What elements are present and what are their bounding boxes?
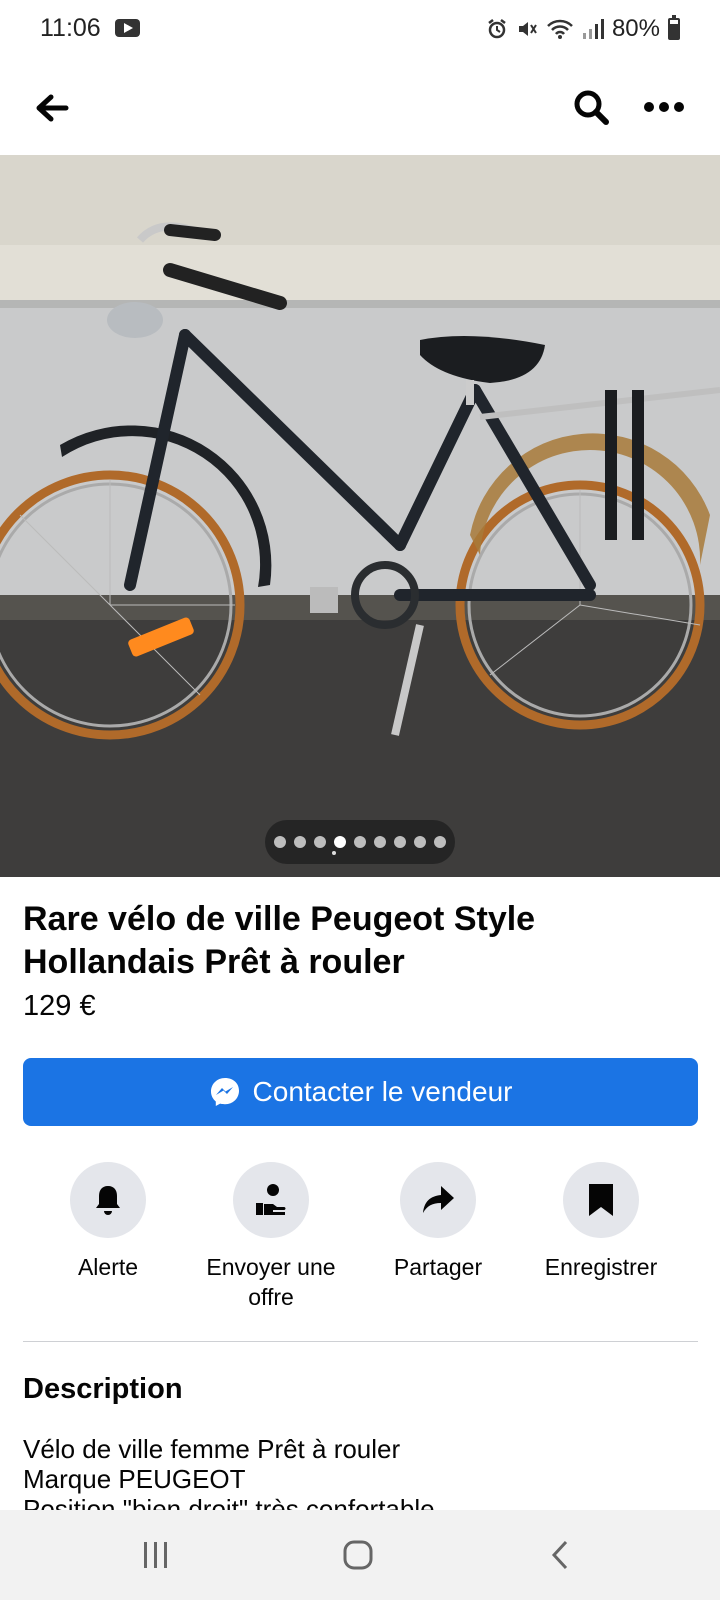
recent-apps-icon (144, 1542, 167, 1568)
listing-price: 129 € (23, 990, 96, 1022)
save-button[interactable] (563, 1162, 639, 1238)
back-nav-button[interactable] (530, 1532, 590, 1578)
alert-button[interactable] (70, 1162, 146, 1238)
battery-percent: 80% (611, 15, 660, 42)
messenger-icon (209, 1076, 241, 1108)
share-action[interactable]: Partager (353, 1162, 523, 1282)
battery-icon (668, 15, 680, 40)
home-icon (343, 1540, 373, 1570)
search-button[interactable] (568, 84, 614, 130)
bell-icon (96, 1186, 120, 1215)
photo-dot[interactable] (374, 836, 386, 848)
status-time: 11:06 (40, 14, 101, 42)
top-app-bar (0, 58, 720, 155)
description-text: Vélo de ville femme Prêt à rouler Marque… (23, 1434, 435, 1510)
photo-dot[interactable] (274, 836, 286, 848)
home-button[interactable] (328, 1532, 388, 1578)
back-arrow-icon (36, 94, 69, 122)
alert-label: Alerte (77, 1254, 139, 1280)
contact-seller-label: Contacter le vendeur (252, 1076, 513, 1107)
alarm-icon (488, 19, 506, 39)
send-offer-label: Envoyer une offre (206, 1254, 336, 1310)
search-icon (574, 90, 609, 125)
photo-dot[interactable] (394, 836, 406, 848)
photo-pagination-dots[interactable] (265, 820, 455, 864)
alert-action[interactable]: Alerte (23, 1162, 193, 1282)
share-arrow-icon (423, 1186, 454, 1213)
save-label: Enregistrer (544, 1254, 658, 1280)
status-bar: 11:06 80% (0, 0, 720, 58)
back-button[interactable] (30, 86, 74, 130)
share-label: Partager (393, 1254, 483, 1280)
photo-dot[interactable] (434, 836, 446, 848)
wifi-icon (547, 19, 573, 39)
photo-dot[interactable] (334, 836, 346, 848)
description-heading: Description (23, 1373, 183, 1405)
system-navigation-bar (0, 1510, 720, 1600)
hand-offer-icon (256, 1184, 286, 1215)
active-dot-marker (332, 851, 336, 855)
status-icons: 80% (486, 12, 680, 46)
signal-icon (582, 19, 604, 39)
youtube-notification-icon (115, 19, 140, 37)
send-offer-action[interactable]: Envoyer une offre (186, 1162, 356, 1312)
listing-title: Rare vélo de ville Peugeot Style Holland… (23, 900, 536, 981)
action-row: Alerte Envoyer une offre Partager Enregi… (23, 1162, 698, 1312)
photo-dot[interactable] (414, 836, 426, 848)
more-dots-icon (644, 102, 684, 112)
more-options-button[interactable] (640, 84, 688, 130)
recent-apps-button[interactable] (126, 1532, 186, 1578)
photo-dot[interactable] (294, 836, 306, 848)
battery-level (670, 23, 678, 38)
bookmark-icon (589, 1184, 613, 1216)
contact-seller-button[interactable]: Contacter le vendeur (23, 1058, 698, 1126)
send-offer-button[interactable] (233, 1162, 309, 1238)
share-button[interactable] (400, 1162, 476, 1238)
back-chevron-icon (551, 1540, 568, 1570)
save-action[interactable]: Enregistrer (516, 1162, 686, 1282)
listing-photo[interactable] (0, 155, 720, 877)
mute-icon (518, 22, 537, 36)
photo-dot[interactable] (354, 836, 366, 848)
photo-dot[interactable] (314, 836, 326, 848)
bicycle-photo-illustration (0, 155, 720, 877)
section-divider (23, 1341, 698, 1342)
